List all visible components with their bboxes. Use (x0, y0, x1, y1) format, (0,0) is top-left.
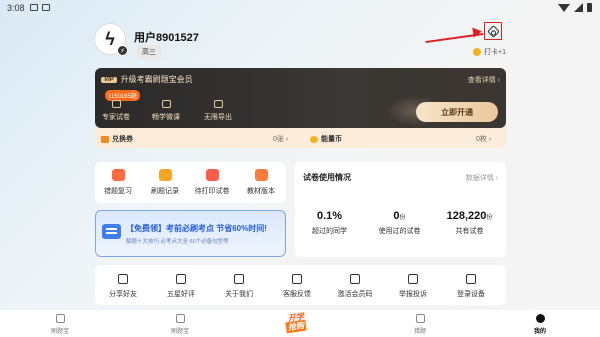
wifi-icon (558, 3, 570, 12)
home-icon (55, 314, 65, 323)
exchange-label: 兑换券 (112, 136, 133, 143)
notification-icon (42, 4, 50, 11)
signal-icon (574, 3, 583, 12)
tool-textbook-version[interactable]: 教材版本 (238, 169, 284, 196)
promo-subtitle: 解题十大技巧 必考点大全 60个必备句型等 (126, 239, 229, 245)
vip-detail-link[interactable]: 查看详情 › (468, 75, 500, 85)
action-feedback[interactable]: 客服反馈 (272, 274, 322, 299)
tool-label: 教材版本 (247, 188, 275, 195)
status-bar: 3:08 (0, 0, 600, 16)
vip-title-text: 升级考霸刷题宝会员 (120, 75, 193, 84)
bolt-icon: ϟ (105, 28, 115, 49)
action-devices[interactable]: 登录设备 (446, 274, 496, 299)
username[interactable]: 用户8901527 (134, 29, 199, 45)
tool-label: 刷题记录 (151, 188, 179, 195)
avatar[interactable]: ϟ ⚡ (94, 23, 128, 56)
action-share[interactable]: 分享好友 (98, 274, 148, 299)
tab-papers[interactable]: 刷题宝 (160, 314, 200, 335)
send-icon (118, 274, 128, 284)
chat-icon (102, 224, 121, 239)
smile-icon (535, 314, 545, 323)
alert-icon (408, 274, 418, 284)
ticket-icon (101, 135, 109, 143)
annotation-arrow-head (472, 26, 483, 38)
perk-label: 畅学微课 (152, 114, 180, 121)
checkin-label: 打卡+1 (484, 49, 506, 56)
stat-used-papers: 0份 使用过的试卷 (378, 210, 421, 235)
info-icon (234, 274, 244, 284)
vip-detail-label: 查看详情 (467, 77, 496, 84)
stats-title: 试卷使用情况 (303, 173, 351, 182)
stat-percentile: 0.1% 超过的同学 (312, 210, 347, 235)
vip-activate-button[interactable]: 立即开通 (416, 102, 498, 122)
tab-home[interactable]: 刷题宝 (40, 314, 80, 335)
status-indicators (558, 3, 592, 12)
tab-promo-sale[interactable]: 开学 抢购 (282, 312, 318, 334)
action-about[interactable]: 关于我们 (214, 274, 264, 299)
coin-icon (473, 48, 481, 56)
scan-icon (350, 274, 360, 284)
stats-detail-link[interactable]: 数据详情 › (466, 173, 498, 183)
notebook-icon (415, 314, 425, 323)
book-icon (254, 169, 268, 181)
perk-micro-lessons[interactable]: 畅学微课 (141, 100, 191, 122)
tool-history[interactable]: 刷题记录 (142, 169, 188, 196)
settings-button[interactable] (484, 22, 502, 40)
tab-mistakes[interactable]: 错题 (400, 314, 440, 335)
export-icon (213, 100, 223, 108)
history-icon (158, 169, 172, 181)
paper-icon (111, 100, 121, 108)
battery-icon (587, 3, 592, 12)
wrong-question-icon (111, 169, 125, 181)
perk-unlimited-export[interactable]: 无限导出 (193, 100, 243, 122)
promo-title: 【免费领】考前必刷考点 节省60%时间! (126, 224, 267, 233)
tab-me[interactable]: 我的 (520, 314, 560, 335)
energy-value[interactable]: 0枚 › (476, 134, 491, 144)
exchange-value[interactable]: 0张 › (273, 134, 288, 144)
image-icon (30, 4, 38, 11)
energy-coin[interactable]: 能量币 (310, 134, 342, 144)
status-time: 3:08 (7, 3, 25, 13)
action-rate[interactable]: 五星好评 (156, 274, 206, 299)
tool-print-queue[interactable]: 待打印试卷 (189, 169, 235, 196)
perk-label: 专家试卷 (102, 114, 130, 121)
vip-title: VIP 升级考霸刷题宝会员 (101, 74, 193, 85)
grade-badge[interactable]: 高三 (137, 45, 161, 59)
exchange-coupon[interactable]: 兑换券 (101, 134, 133, 144)
actions-card: 分享好友 五星好评 关于我们 客服反馈 激活会员码 举报投诉 登录设备 (95, 265, 506, 305)
tools-card: 错题复习 刷题记录 待打印试卷 教材版本 (95, 162, 286, 203)
perk-label: 无限导出 (204, 114, 232, 121)
energy-icon (310, 135, 318, 143)
paper-icon (175, 314, 185, 323)
gear-icon (486, 24, 500, 38)
action-activate-code[interactable]: 激活会员码 (330, 274, 380, 299)
checkin-button[interactable]: 打卡+1 (473, 47, 506, 57)
headset-icon (292, 274, 302, 284)
star-icon (176, 274, 186, 284)
vip-tag: VIP (101, 76, 117, 83)
tool-wrong-review[interactable]: 错题复习 (95, 169, 141, 196)
printer-icon (205, 169, 219, 181)
perk-expert-papers[interactable]: 专家试卷 (95, 100, 141, 122)
tool-label: 待打印试卷 (194, 188, 230, 195)
tool-label: 错题复习 (104, 188, 132, 195)
avatar-badge-icon: ⚡ (117, 45, 128, 56)
coupon-bar: 兑换券 0张 › 能量币 0枚 › (95, 128, 506, 148)
promo-banner[interactable]: 【免费领】考前必刷考点 节省60%时间! 解题十大技巧 必考点大全 60个必备句… (95, 210, 286, 257)
exam-stats-card: 试卷使用情况 数据详情 › 0.1% 超过的同学 0份 使用过的试卷 128,2… (295, 162, 506, 257)
energy-label: 能量币 (321, 136, 342, 143)
stat-total-papers: 128,220份 共有试卷 (446, 210, 493, 235)
action-report[interactable]: 举报投诉 (388, 274, 438, 299)
video-icon (161, 100, 171, 108)
vip-card[interactable]: VIP 升级考霸刷题宝会员 查看详情 › 1150165题 专家试卷 畅学微课 … (95, 68, 506, 128)
promo-tab-line2: 抢购 (285, 319, 307, 334)
device-icon (466, 274, 476, 284)
